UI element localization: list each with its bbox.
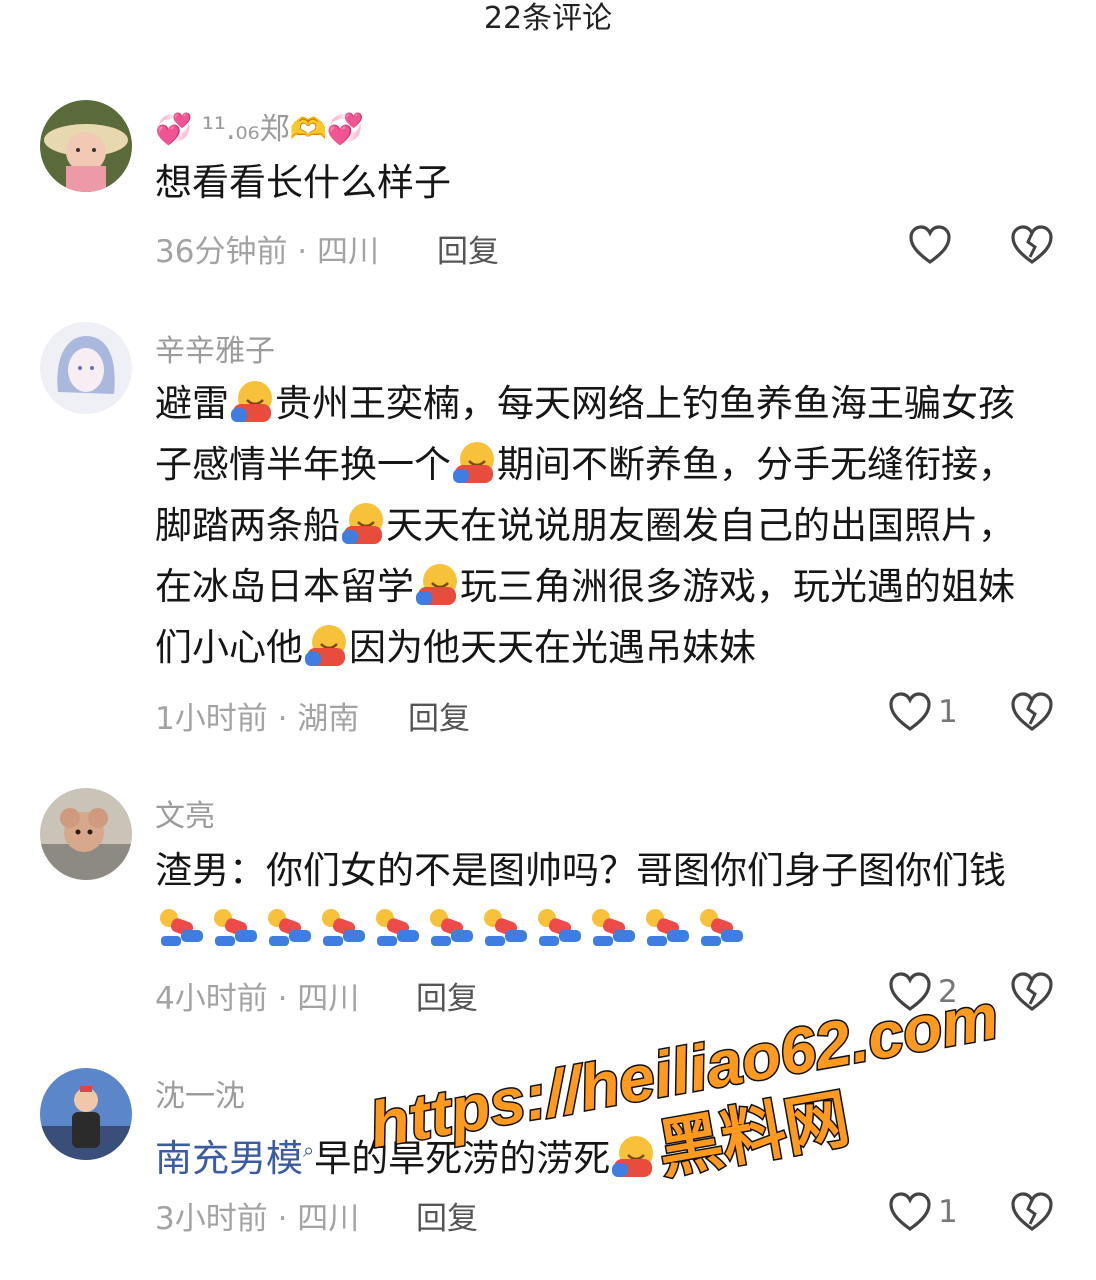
kneeling-person-emoji	[322, 909, 365, 946]
comment-text-segment: 避雷	[155, 382, 229, 425]
kneeling-person-emoji	[268, 909, 311, 946]
comment-text-segment: 渣男：你们女的不是图帅吗？哥图你们身子图你们钱	[155, 849, 1006, 892]
hugging-face-emoji	[231, 381, 272, 422]
comment-text-segment: 早的旱死涝的涝死	[314, 1137, 611, 1180]
reply-button[interactable]: 回复	[416, 1193, 478, 1238]
broken-heart-icon[interactable]	[1010, 1191, 1054, 1233]
comment-author[interactable]: 沈一沈	[155, 1071, 245, 1115]
comment-author[interactable]: 文亮	[155, 791, 215, 835]
like-button[interactable]: 2	[888, 971, 958, 1013]
hugging-face-emoji	[342, 503, 383, 544]
comment-time-location: 4小时前 · 四川	[155, 981, 360, 1017]
comment-author[interactable]: 💞 ¹¹.₀₆郑🫶💞	[155, 104, 364, 148]
kneeling-person-emoji	[214, 909, 257, 946]
like-button[interactable]	[908, 224, 958, 266]
broken-heart-icon[interactable]	[1010, 691, 1054, 733]
comments-count-title: 22条评论	[483, 1, 613, 36]
comment-time-location: 36分钟前 · 四川	[155, 234, 380, 270]
kneeling-person-emoji	[376, 909, 419, 946]
hugging-face-emoji	[305, 625, 346, 666]
broken-heart-icon[interactable]	[1010, 224, 1054, 266]
kneeling-person-emoji	[484, 909, 527, 946]
like-count: 2	[938, 974, 958, 1010]
heart-outline-icon	[909, 225, 951, 264]
heart-outline-icon	[889, 692, 931, 731]
comment-text: 避雷 贵州王奕楠，每天网络上钓鱼养鱼海王骗女孩子感情半年换一个 期间不断养鱼，分手无…	[155, 373, 1035, 678]
kneeling-person-emoji	[538, 909, 581, 946]
kneeling-person-emoji	[700, 909, 743, 946]
emoji-row	[155, 909, 749, 953]
like-count: 1	[938, 1194, 958, 1230]
comment-text: 渣男：你们女的不是图帅吗？哥图你们身子图你们钱	[155, 840, 1035, 962]
like-button[interactable]: 1	[888, 691, 958, 733]
reply-button[interactable]: 回复	[416, 973, 478, 1018]
comment-text: 南充男模⌕早的旱死涝的涝死	[155, 1120, 1035, 1189]
heart-outline-icon	[889, 1192, 931, 1231]
heart-outline-icon	[889, 972, 931, 1011]
hugging-face-emoji	[453, 442, 494, 483]
comment-author[interactable]: 辛辛雅子	[155, 326, 275, 370]
reply-button[interactable]: 回复	[437, 226, 499, 271]
comment-time-location: 3小时前 · 四川	[155, 1201, 360, 1237]
search-icon[interactable]: ⌕	[303, 1138, 314, 1162]
broken-heart-icon[interactable]	[1010, 971, 1054, 1013]
avatar[interactable]	[40, 788, 132, 880]
kneeling-person-emoji	[430, 909, 473, 946]
reply-button[interactable]: 回复	[408, 693, 470, 738]
hugging-face-emoji	[612, 1136, 654, 1177]
like-count: 1	[938, 694, 958, 730]
avatar[interactable]	[40, 1068, 132, 1160]
kneeling-person-emoji	[160, 909, 203, 946]
like-button[interactable]: 1	[888, 1191, 958, 1233]
kneeling-person-emoji	[592, 909, 635, 946]
comment-text: 想看看长什么样子	[155, 161, 451, 204]
avatar[interactable]	[40, 100, 132, 192]
comment-text-segment: 因为他天天在光遇吊妹妹	[349, 626, 756, 669]
kneeling-person-emoji	[646, 909, 689, 946]
comment-time-location: 1小时前 · 湖南	[155, 701, 360, 737]
hugging-face-emoji	[416, 564, 457, 605]
mention-link[interactable]: 南充男模	[155, 1137, 303, 1180]
avatar[interactable]	[40, 322, 132, 414]
